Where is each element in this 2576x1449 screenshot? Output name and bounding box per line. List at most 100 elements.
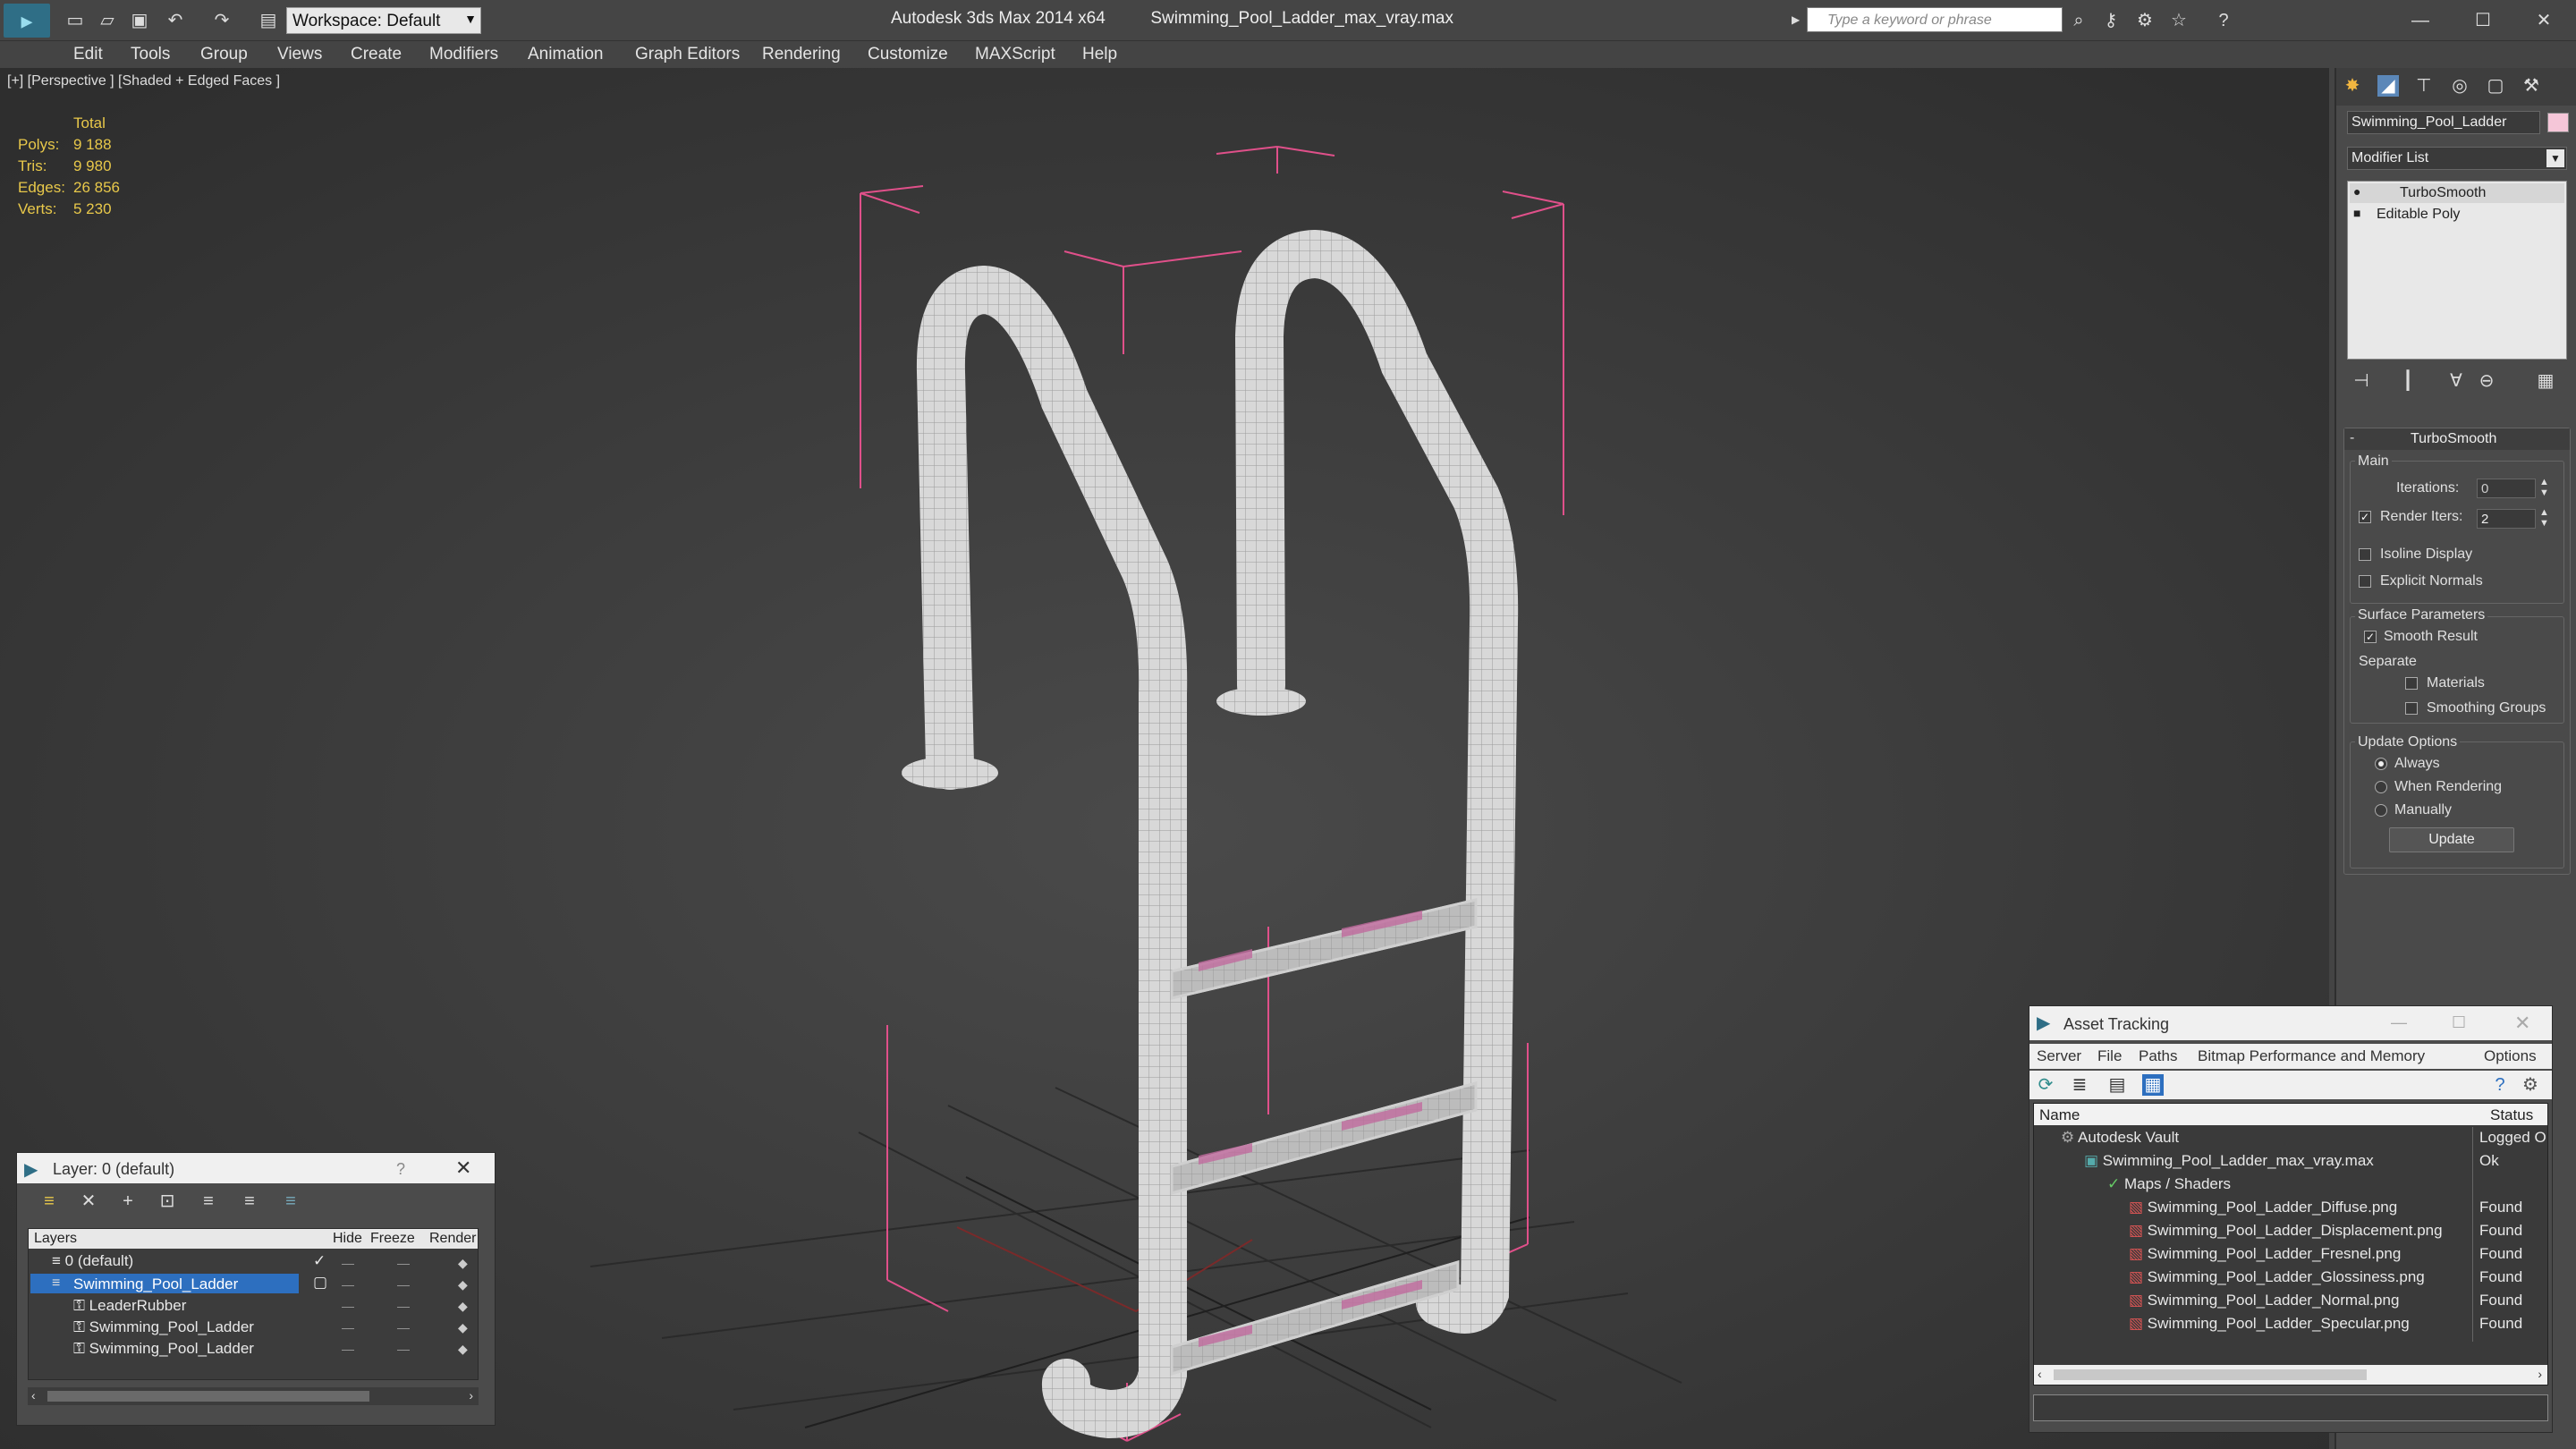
iterations-spinner[interactable]: 0 — [2477, 479, 2536, 498]
pin-stack-icon[interactable]: ⊣ — [2351, 370, 2372, 392]
menu-create[interactable]: Create — [351, 45, 402, 64]
search-input[interactable]: Type a keyword or phrase — [1827, 13, 1992, 29]
asset-menu-paths[interactable]: Paths — [2139, 1047, 2177, 1065]
scroll-thumb[interactable] — [2054, 1369, 2367, 1380]
search-box[interactable]: ▶ Type a keyword or phrase — [1792, 7, 2063, 32]
menu-graph-editors[interactable]: Graph Editors — [635, 45, 740, 64]
spinner-arrows-icon[interactable]: ▲ ▼ — [2539, 477, 2549, 498]
settings-icon[interactable]: ⚙ — [2520, 1074, 2541, 1096]
column-freeze[interactable]: Freeze — [370, 1231, 415, 1247]
materials-checkbox[interactable] — [2405, 677, 2418, 690]
asset-row-file[interactable]: ▧ Swimming_Pool_Ladder_Glossiness.png — [2129, 1268, 2425, 1286]
when-rendering-radio[interactable] — [2375, 781, 2387, 793]
make-unique-icon[interactable]: ∀ — [2445, 370, 2467, 392]
lightbulb-icon[interactable]: ● — [2353, 184, 2360, 199]
render-teapot-icons[interactable]: ◆ ◆ ◆ ◆ ◆ — [458, 1252, 468, 1360]
help-icon[interactable]: ? — [396, 1160, 405, 1179]
menu-help[interactable]: Help — [1082, 45, 1117, 64]
viewport-label[interactable]: [+] [Perspective ] [Shaded + Edged Faces… — [7, 73, 280, 89]
column-status[interactable]: Status — [2490, 1106, 2533, 1124]
spinner-arrows-icon[interactable]: ▲ ▼ — [2539, 507, 2549, 529]
asset-row-file[interactable]: ▧ Swimming_Pool_Ladder_Displacement.png — [2129, 1222, 2443, 1240]
menu-maxscript[interactable]: MAXScript — [975, 45, 1055, 64]
scroll-left-icon[interactable]: ‹ — [2038, 1367, 2042, 1381]
workspace-dropdown[interactable]: Workspace: Default ▼ — [286, 7, 481, 34]
asset-menu-server[interactable]: Server — [2037, 1047, 2081, 1065]
close-icon[interactable]: ✕ — [2514, 1012, 2530, 1035]
scroll-thumb[interactable] — [47, 1391, 369, 1402]
subscription-icon[interactable]: ⚙ — [2134, 10, 2156, 31]
scroll-right-icon[interactable]: › — [2538, 1367, 2542, 1381]
maximize-icon[interactable]: ☐ — [2452, 1013, 2466, 1032]
minimize-icon[interactable]: — — [2391, 1013, 2407, 1032]
asset-row-vault[interactable]: ⚙ Autodesk Vault — [2061, 1129, 2179, 1147]
menu-tools[interactable]: Tools — [131, 45, 170, 64]
menu-animation[interactable]: Animation — [528, 45, 604, 64]
asset-menu-bitmap[interactable]: Bitmap Performance and Memory — [2198, 1047, 2425, 1065]
create-tab-icon[interactable]: ✸ — [2342, 75, 2363, 97]
rollout-header[interactable]: - TurboSmooth — [2344, 428, 2570, 450]
select-objects-icon[interactable]: ⊡ — [157, 1191, 178, 1212]
expand-icon[interactable]: ■ — [2353, 206, 2360, 220]
object-row[interactable]: ⚿ LeaderRubber — [73, 1297, 186, 1315]
isoline-checkbox[interactable] — [2359, 548, 2371, 561]
highlight-layer-icon[interactable]: ≡ — [198, 1191, 219, 1212]
menu-rendering[interactable]: Rendering — [762, 45, 841, 64]
active-layer-check-icon[interactable]: ✓ — [313, 1252, 326, 1270]
new-layer-icon[interactable]: + — [117, 1191, 139, 1212]
search-expand-icon[interactable]: ▶ — [1792, 13, 1800, 26]
manually-radio[interactable] — [2375, 804, 2387, 817]
render-iters-spinner[interactable]: 2 — [2477, 509, 2536, 529]
menu-views[interactable]: Views — [277, 45, 322, 64]
render-iters-checkbox[interactable]: ✓ — [2359, 511, 2371, 523]
redo-icon[interactable]: ↷ — [211, 10, 233, 31]
show-end-result-icon[interactable]: ┃ — [2397, 370, 2419, 392]
favorites-star-icon[interactable]: ☆ — [2168, 10, 2190, 31]
asset-row-maps[interactable]: ✓ Maps / Shaders — [2107, 1175, 2231, 1193]
smooth-result-checkbox[interactable]: ✓ — [2364, 631, 2377, 643]
always-radio[interactable] — [2375, 758, 2387, 770]
asset-row-scene[interactable]: ▣ Swimming_Pool_Ladder_max_vray.max — [2084, 1152, 2374, 1170]
help-icon[interactable]: ? — [2213, 10, 2234, 31]
stack-item-turbosmooth[interactable]: ● TurboSmooth — [2350, 183, 2564, 203]
menu-modifiers[interactable]: Modifiers — [429, 45, 498, 64]
open-file-icon[interactable]: ▱ — [97, 10, 118, 31]
list-view-icon[interactable]: ≣ — [2069, 1074, 2090, 1096]
maximize-icon[interactable]: ☐ — [2472, 10, 2494, 31]
asset-menu-file[interactable]: File — [2097, 1047, 2122, 1065]
remove-modifier-icon[interactable]: ⊖ — [2476, 370, 2497, 392]
minimize-icon[interactable]: — — [2410, 10, 2431, 31]
object-row[interactable]: ⚿ Swimming_Pool_Ladder — [73, 1340, 254, 1358]
scroll-right-icon[interactable]: › — [469, 1388, 473, 1402]
asset-path-field[interactable] — [2033, 1394, 2548, 1421]
smoothing-groups-checkbox[interactable] — [2405, 702, 2418, 715]
asset-row-file[interactable]: ▧ Swimming_Pool_Ladder_Fresnel.png — [2129, 1245, 2401, 1263]
motion-tab-icon[interactable]: ◎ — [2449, 75, 2470, 97]
asset-row-file[interactable]: ▧ Swimming_Pool_Ladder_Diffuse.png — [2129, 1199, 2397, 1216]
grid-view-icon[interactable]: ▦ — [2142, 1074, 2164, 1096]
layer-row[interactable]: ≡ 0 (default) — [52, 1252, 133, 1270]
stack-item-editable-poly[interactable]: ■ Editable Poly — [2350, 205, 2564, 225]
utilities-tab-icon[interactable]: ⚒ — [2521, 75, 2542, 97]
modify-tab-icon[interactable]: ◢ — [2377, 75, 2399, 97]
scroll-left-icon[interactable]: ‹ — [31, 1388, 36, 1402]
configure-sets-icon[interactable]: ▦ — [2535, 370, 2556, 392]
app-logo-icon[interactable]: ▸ — [4, 4, 50, 38]
save-icon[interactable]: ▣ — [129, 10, 150, 31]
asset-horizontal-scrollbar[interactable]: ‹ › — [2034, 1365, 2547, 1385]
key-icon[interactable]: ⚷ — [2100, 10, 2122, 31]
column-layers[interactable]: Layers — [34, 1231, 77, 1247]
hierarchy-tab-icon[interactable]: ⊤ — [2413, 75, 2435, 97]
object-row[interactable]: ⚿ Swimming_Pool_Ladder — [73, 1318, 254, 1336]
asset-menu-options[interactable]: Options — [2484, 1047, 2537, 1065]
help-icon[interactable]: ? — [2489, 1074, 2511, 1096]
menu-edit[interactable]: Edit — [73, 45, 103, 64]
layer-row-selected[interactable]: ≡ Swimming_Pool_Ladder — [30, 1274, 299, 1293]
asset-row-file[interactable]: ▧ Swimming_Pool_Ladder_Normal.png — [2129, 1292, 2399, 1309]
menu-group[interactable]: Group — [200, 45, 248, 64]
object-name-field[interactable]: Swimming_Pool_Ladder — [2347, 111, 2540, 134]
freeze-all-icon[interactable]: ≡ — [280, 1191, 301, 1212]
object-color-swatch[interactable] — [2547, 113, 2569, 132]
delete-layer-icon[interactable]: ✕ — [78, 1191, 99, 1212]
menu-customize[interactable]: Customize — [868, 45, 948, 64]
